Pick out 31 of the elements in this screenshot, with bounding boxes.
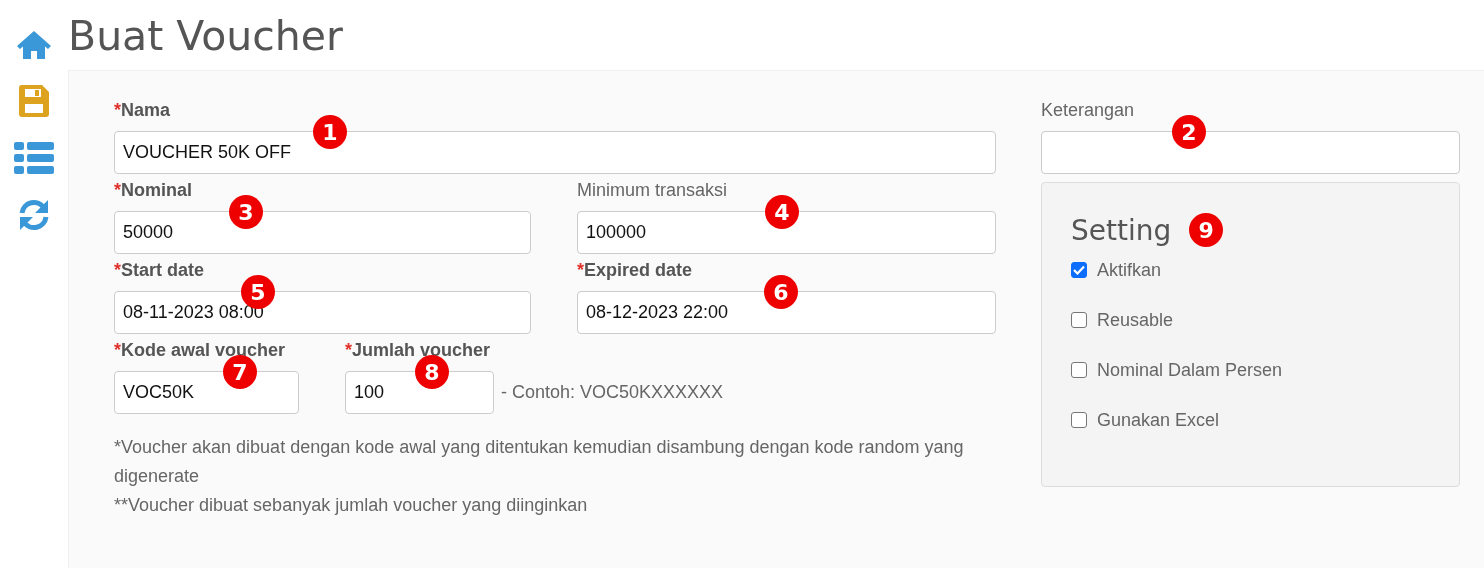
number-marker: 8 <box>415 355 449 389</box>
checkbox[interactable] <box>1071 262 1087 278</box>
save-icon[interactable] <box>18 84 50 118</box>
checkbox[interactable] <box>1071 362 1087 378</box>
example-hint: - Contoh: VOC50KXXXXXX <box>501 382 724 403</box>
checkbox-label: Reusable <box>1097 309 1174 331</box>
list-icon[interactable] <box>14 142 54 174</box>
number-marker: 6 <box>764 275 798 309</box>
number-marker: 2 <box>1172 115 1206 149</box>
field-label: *Nama <box>114 99 171 121</box>
checkbox-label: Nominal Dalam Persen <box>1097 359 1283 381</box>
number-marker: 3 <box>229 195 263 229</box>
page-title: Buat Voucher <box>68 11 344 62</box>
note-text: **Voucher dibuat sebanyak jumlah voucher yang diinginkan <box>114 494 589 517</box>
refresh-icon[interactable] <box>17 198 51 232</box>
checkbox-label: Gunakan Excel <box>1097 409 1220 431</box>
field-label: *Expired date <box>577 259 693 281</box>
home-icon[interactable] <box>16 30 52 60</box>
checkbox[interactable] <box>1071 312 1087 328</box>
checkbox-label: Aktifkan <box>1097 259 1162 281</box>
number-marker: 4 <box>765 195 799 229</box>
field-label: Minimum transaksi <box>577 179 728 201</box>
field-label: *Nominal <box>114 179 193 201</box>
number-marker: 7 <box>223 355 257 389</box>
field-label: Keterangan <box>1041 99 1135 121</box>
number-marker: 1 <box>313 115 347 149</box>
checkbox[interactable] <box>1071 412 1087 428</box>
setting-title: Setting <box>1071 213 1172 247</box>
number-marker: 9 <box>1189 213 1224 247</box>
note-text: *Voucher akan dibuat dengan kode awal yang ditentukan kemudian disambung dengan kode random yang digenerate <box>114 436 965 488</box>
field-label: *Start date <box>114 259 205 281</box>
